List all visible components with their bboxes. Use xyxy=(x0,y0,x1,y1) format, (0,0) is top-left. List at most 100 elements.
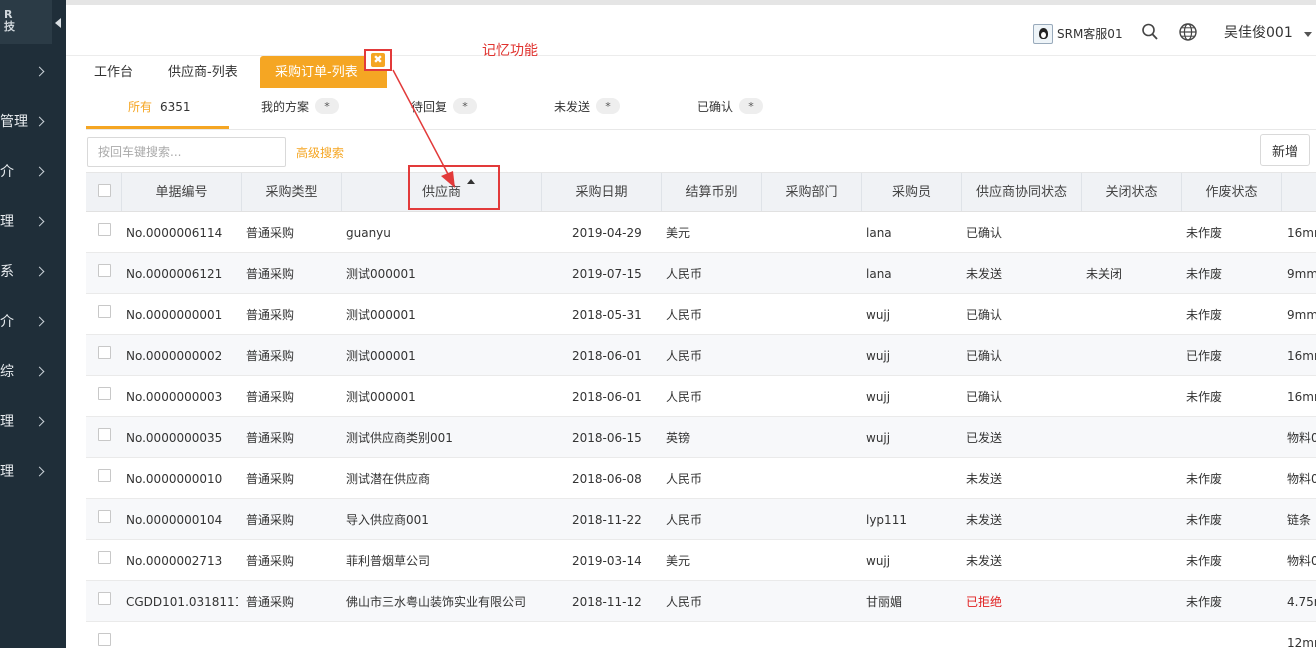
column-header-void-status[interactable]: 作废状态 xyxy=(1182,173,1282,211)
cell-close: 未关闭 xyxy=(1086,267,1123,281)
row-checkbox[interactable] xyxy=(98,346,111,359)
tab-workbench[interactable]: 工作台 xyxy=(94,56,133,88)
sidebar: R技 管理 介 理 系 介 综 理 理 xyxy=(0,0,66,648)
new-button[interactable]: 新增 xyxy=(1260,134,1310,166)
table-row[interactable]: No.0000006121 普通采购 测试000001 2019-07-15 人民币 la… xyxy=(86,253,1316,294)
sidebar-item-5[interactable]: 介 xyxy=(0,312,66,332)
collapse-icon[interactable] xyxy=(55,18,61,28)
search-icon[interactable] xyxy=(1141,22,1159,42)
filter-tab-label: 已确认 xyxy=(697,100,734,114)
filter-tab-confirmed[interactable]: 已确认 * xyxy=(697,88,764,129)
close-icon[interactable]: ✖ xyxy=(371,53,385,67)
column-header-no[interactable]: 单据编号 xyxy=(122,173,242,211)
search-input[interactable] xyxy=(87,137,286,167)
sidebar-item-label: 介 xyxy=(0,164,14,180)
row-checkbox[interactable] xyxy=(98,387,111,400)
cell-void: 未作废 xyxy=(1186,513,1223,527)
row-checkbox[interactable] xyxy=(98,223,111,236)
chevron-right-icon xyxy=(34,466,45,477)
sidebar-item-8[interactable]: 理 xyxy=(0,462,66,482)
row-checkbox[interactable] xyxy=(98,592,111,605)
filter-tab-pending-reply[interactable]: 待回复 * xyxy=(411,88,478,129)
customer-service-link[interactable]: SRM客服01 xyxy=(1057,24,1123,44)
logo-mark: R技 xyxy=(4,8,15,33)
sidebar-item-7[interactable]: 理 xyxy=(0,412,66,432)
globe-icon[interactable] xyxy=(1178,22,1198,42)
row-checkbox[interactable] xyxy=(98,305,111,318)
table-row[interactable]: No.0000000104 普通采购 导入供应商001 2018-11-22 人民币 ly… xyxy=(86,499,1316,540)
sidebar-item-2[interactable]: 介 xyxy=(0,162,66,182)
cell-void: 未作废 xyxy=(1186,554,1223,568)
cell-extra: 16mm xyxy=(1287,226,1316,240)
chevron-right-icon xyxy=(34,266,45,277)
column-header-dept[interactable]: 采购部门 xyxy=(762,173,862,211)
qq-icon[interactable] xyxy=(1033,24,1053,44)
table-row[interactable]: No.0000000035 普通采购 测试供应商类别001 2018-06-15 英镑 w… xyxy=(86,417,1316,458)
cell-buyer: wujj xyxy=(866,431,891,445)
column-header-type[interactable]: 采购类型 xyxy=(242,173,342,211)
table-row[interactable]: No.0000000003 普通采购 测试000001 2018-06-01 人民币 wu… xyxy=(86,376,1316,417)
filter-tab-label: 我的方案 xyxy=(261,100,310,114)
cell-no xyxy=(126,622,238,648)
cell-type: 普通采购 xyxy=(246,513,295,527)
table-row[interactable]: 12mm xyxy=(86,622,1316,648)
row-checkbox[interactable] xyxy=(98,510,111,523)
filter-tab-all[interactable]: 所有 6351 xyxy=(86,88,229,129)
cell-currency: 人民币 xyxy=(666,595,703,609)
column-header-close-status[interactable]: 关闭状态 xyxy=(1082,173,1182,211)
sidebar-item-0[interactable] xyxy=(0,62,66,82)
advanced-search-link[interactable]: 高级搜索 xyxy=(296,145,344,161)
table-row[interactable]: No.0000002713 普通采购 菲利普烟草公司 2019-03-14 美元 wujj… xyxy=(86,540,1316,581)
filter-tab-my-plans[interactable]: 我的方案 * xyxy=(261,88,340,129)
table-row[interactable]: No.0000006114 普通采购 guanyu 2019-04-29 美元 lana 已… xyxy=(86,212,1316,253)
table-row[interactable]: CGDD101.0318111... 普通采购 佛山市三水粤山装饰实业有限公司 201… xyxy=(86,581,1316,622)
sidebar-item-6[interactable]: 综 xyxy=(0,362,66,382)
column-header-currency[interactable]: 结算币别 xyxy=(662,173,762,211)
app-logo: R技 xyxy=(0,0,52,44)
column-header-date[interactable]: 采购日期 xyxy=(542,173,662,211)
tab-close-highlight[interactable]: ✖ xyxy=(364,49,392,71)
annotation-highlight-box xyxy=(408,165,500,210)
chevron-right-icon xyxy=(34,316,45,327)
chevron-right-icon xyxy=(34,416,45,427)
cell-supplier: 菲利普烟草公司 xyxy=(346,554,431,568)
cell-no: No.0000000104 xyxy=(126,513,223,527)
cell-sync: 已确认 xyxy=(966,390,1003,404)
tab-supplier-list[interactable]: 供应商-列表 xyxy=(168,56,238,88)
cell-date: 2019-04-29 xyxy=(572,226,642,240)
sidebar-item-1[interactable]: 管理 xyxy=(0,112,66,132)
cell-supplier: 测试000001 xyxy=(346,390,416,404)
row-checkbox[interactable] xyxy=(98,633,111,646)
cell-currency: 人民币 xyxy=(666,267,703,281)
cell-buyer: wujj xyxy=(866,349,891,363)
cell-currency: 人民币 xyxy=(666,308,703,322)
row-checkbox[interactable] xyxy=(98,264,111,277)
cell-type: 普通采购 xyxy=(246,390,295,404)
chevron-right-icon xyxy=(34,216,45,227)
filter-tab-label: 未发送 xyxy=(554,100,591,114)
table-row[interactable]: No.0000000001 普通采购 测试000001 2018-05-31 人民币 wu… xyxy=(86,294,1316,335)
select-all-checkbox[interactable] xyxy=(98,184,111,197)
table-row[interactable]: No.0000000002 普通采购 测试000001 2018-06-01 人民币 wu… xyxy=(86,335,1316,376)
filter-tab-badge: * xyxy=(596,98,621,114)
user-name[interactable]: 吴佳俊001 xyxy=(1224,23,1293,43)
cell-date: 2019-03-14 xyxy=(572,554,642,568)
sidebar-item-4[interactable]: 系 xyxy=(0,262,66,282)
caret-down-icon[interactable] xyxy=(1304,32,1312,37)
filter-tab-unsent[interactable]: 未发送 * xyxy=(554,88,621,129)
cell-sync: 已发送 xyxy=(966,431,1003,445)
chevron-right-icon xyxy=(34,66,45,77)
row-checkbox[interactable] xyxy=(98,469,111,482)
column-header-sync-status[interactable]: 供应商协同状态 xyxy=(962,173,1082,211)
table-row[interactable]: No.0000000010 普通采购 测试潜在供应商 2018-06-08 人民币 未发送… xyxy=(86,458,1316,499)
filter-tab-label: 待回复 xyxy=(411,100,448,114)
row-checkbox[interactable] xyxy=(98,551,111,564)
cell-no: No.0000006121 xyxy=(126,267,223,281)
cell-no: CGDD101.0318111... xyxy=(126,595,238,609)
cell-supplier: 导入供应商001 xyxy=(346,513,429,527)
column-header-buyer[interactable]: 采购员 xyxy=(862,173,962,211)
select-all-cell xyxy=(86,173,122,211)
sidebar-item-3[interactable]: 理 xyxy=(0,212,66,232)
row-checkbox[interactable] xyxy=(98,428,111,441)
cell-no: No.0000000001 xyxy=(126,308,223,322)
